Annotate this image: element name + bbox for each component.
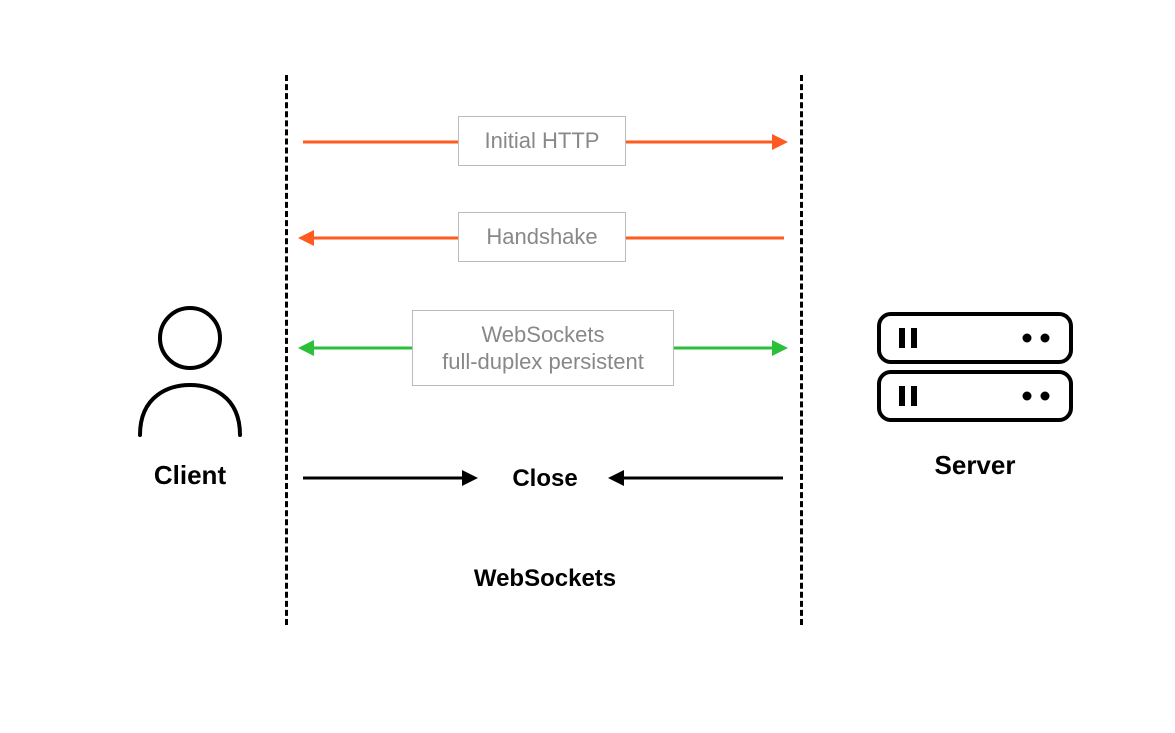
server-endpoint: Server bbox=[865, 310, 1085, 481]
arrow-handshake-right-segment bbox=[626, 226, 784, 250]
websocket-sequence-diagram: Client Server Init bbox=[0, 0, 1175, 733]
diagram-title: WebSockets bbox=[460, 565, 630, 593]
step-box-websockets-line2: full-duplex persistent bbox=[442, 349, 644, 374]
step-box-handshake: Handshake bbox=[458, 212, 626, 262]
client-endpoint: Client bbox=[120, 300, 260, 491]
arrow-websocket-right-segment bbox=[674, 336, 788, 360]
arrow-initial-http-left-segment bbox=[303, 130, 458, 154]
arrow-close-from-client bbox=[303, 466, 478, 490]
step-box-websockets: WebSockets full-duplex persistent bbox=[412, 310, 674, 386]
server-rack-icon bbox=[865, 310, 1085, 430]
server-lifeline bbox=[800, 75, 803, 625]
arrow-initial-http-right-segment bbox=[626, 130, 788, 154]
step-box-websockets-line1: WebSockets bbox=[481, 322, 604, 347]
person-icon bbox=[120, 300, 260, 440]
arrow-websocket-left-segment bbox=[298, 336, 412, 360]
arrow-handshake-left-segment bbox=[298, 226, 458, 250]
server-label: Server bbox=[865, 450, 1085, 481]
client-label: Client bbox=[120, 460, 260, 491]
arrow-close-from-server bbox=[608, 466, 783, 490]
step-box-initial-http: Initial HTTP bbox=[458, 116, 626, 166]
step-label-close: Close bbox=[500, 465, 590, 493]
client-lifeline bbox=[285, 75, 288, 625]
